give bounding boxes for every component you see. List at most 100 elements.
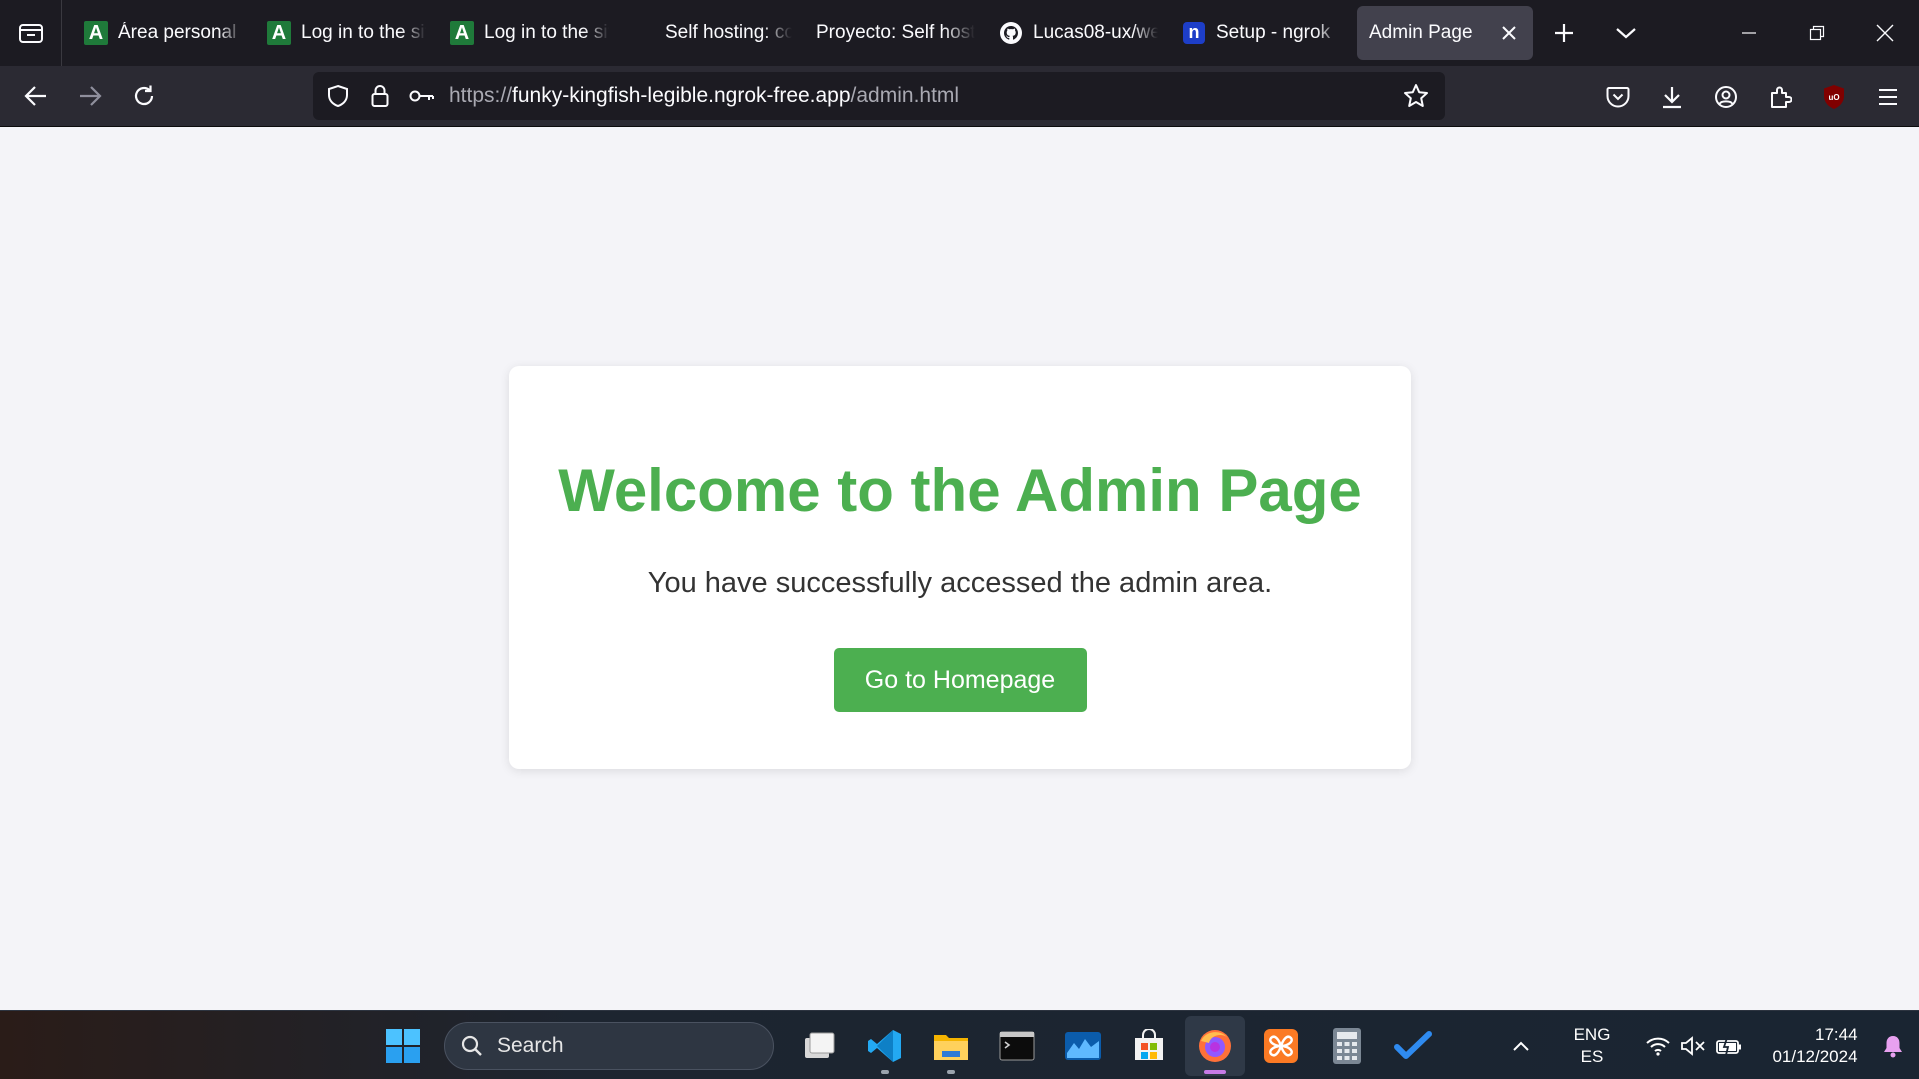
plus-icon — [1555, 24, 1573, 42]
window-controls — [1715, 0, 1919, 66]
taskbar-apps: Search — [370, 1011, 1446, 1079]
minimize-button[interactable] — [1715, 0, 1783, 66]
chevron-up-icon — [1513, 1041, 1529, 1051]
forward-button[interactable] — [63, 69, 117, 123]
url-host: funky-kingfish-legible.ngrok-free.app — [512, 84, 851, 107]
tab-label: Lucas08-ux/web — [1033, 22, 1158, 43]
language-primary: ENG — [1573, 1024, 1611, 1044]
account-icon — [1715, 85, 1737, 108]
system-tray: ENG ES 17:44 01/12/2024 — [1499, 1011, 1919, 1079]
tab-label: Área personal — [118, 22, 237, 43]
key-icon[interactable] — [401, 72, 443, 120]
close-icon — [1876, 24, 1894, 42]
tab-label: Admin Page — [1369, 22, 1473, 43]
account-button[interactable] — [1699, 70, 1753, 124]
firefox-view-button[interactable] — [0, 0, 62, 66]
back-button[interactable] — [9, 69, 63, 123]
language-secondary: ES — [1580, 1046, 1604, 1066]
tab-list: A Área personal A Log in to the site A L… — [62, 0, 1657, 66]
tab-ngrok[interactable]: n Setup - ngrok — [1170, 6, 1353, 60]
arrow-right-icon — [80, 86, 102, 106]
volume-muted-icon — [1681, 1035, 1705, 1056]
ublock-origin-button[interactable]: uO — [1807, 70, 1861, 124]
active-indicator — [1204, 1069, 1226, 1074]
task-view-icon[interactable] — [789, 1016, 849, 1076]
tab-area-personal[interactable]: A Área personal — [72, 6, 255, 60]
running-indicator — [947, 1069, 955, 1074]
github-icon — [999, 21, 1023, 45]
arrow-left-icon — [24, 86, 46, 106]
url-text[interactable]: https://funky-kingfish-legible.ngrok-fre… — [449, 84, 959, 108]
admin-card: Welcome to the Admin Page You have succe… — [509, 366, 1411, 769]
url-bar[interactable]: https://funky-kingfish-legible.ngrok-fre… — [313, 72, 1445, 120]
clock[interactable]: 17:44 01/12/2024 — [1765, 1024, 1865, 1068]
chevron-down-icon — [1616, 28, 1636, 39]
network-volume-battery-button[interactable] — [1645, 1016, 1743, 1076]
pocket-button[interactable] — [1591, 70, 1645, 124]
tab-self-hosting[interactable]: Self hosting: cc — [621, 6, 804, 60]
tab-label: Self hosting: cc — [665, 22, 792, 43]
close-window-button[interactable] — [1851, 0, 1919, 66]
lock-icon[interactable] — [359, 72, 401, 120]
running-indicator — [881, 1069, 889, 1074]
tab-label: Log in to the site — [484, 22, 609, 43]
toolbar-right: uO — [1591, 66, 1915, 127]
tab-label: Proyecto: Self host — [816, 22, 975, 43]
stocks-icon[interactable] — [1053, 1016, 1113, 1076]
reload-button[interactable] — [117, 69, 171, 123]
star-icon — [1404, 84, 1428, 107]
restore-button[interactable] — [1783, 0, 1851, 66]
minimize-icon — [1742, 32, 1756, 34]
xampp-icon[interactable] — [1251, 1016, 1311, 1076]
download-icon — [1663, 86, 1681, 108]
a-green-favicon-icon: A — [450, 21, 474, 45]
todo-icon[interactable] — [1383, 1016, 1443, 1076]
bell-icon — [1884, 1035, 1902, 1057]
taskbar-search[interactable]: Search — [444, 1021, 774, 1070]
ublock-origin-icon: uO — [1824, 84, 1844, 109]
wifi-icon — [1646, 1037, 1670, 1056]
a-green-favicon-icon: A — [84, 21, 108, 45]
extensions-button[interactable] — [1753, 70, 1807, 124]
notifications-button[interactable] — [1873, 1016, 1913, 1076]
windows-start-icon[interactable] — [373, 1016, 433, 1076]
vscode-icon[interactable] — [855, 1016, 915, 1076]
microsoft-store-icon[interactable] — [1119, 1016, 1179, 1076]
firefox-view-icon — [18, 24, 43, 43]
battery-charging-icon — [1716, 1037, 1741, 1055]
tab-strip: A Área personal A Log in to the site A L… — [0, 0, 1919, 66]
app-menu-button[interactable] — [1861, 70, 1915, 124]
downloads-button[interactable] — [1645, 70, 1699, 124]
tab-login-1[interactable]: A Log in to the site — [255, 6, 438, 60]
new-tab-button[interactable] — [1533, 6, 1595, 60]
bookmark-star-button[interactable] — [1395, 72, 1437, 120]
page-title: Welcome to the Admin Page — [558, 457, 1362, 524]
clock-date: 01/12/2024 — [1772, 1046, 1858, 1066]
tracking-protection-icon[interactable] — [317, 72, 359, 120]
list-all-tabs-button[interactable] — [1595, 6, 1657, 60]
hamburger-menu-icon — [1879, 88, 1897, 105]
tab-proyecto[interactable]: Proyecto: Self host — [804, 6, 987, 60]
firefox-icon[interactable] — [1185, 1015, 1245, 1076]
puzzle-icon — [1771, 86, 1792, 108]
a-green-favicon-icon: A — [267, 21, 291, 45]
calculator-icon[interactable] — [1317, 1016, 1377, 1076]
restore-icon — [1809, 25, 1825, 41]
success-message: You have successfully accessed the admin… — [647, 567, 1273, 599]
ngrok-icon: n — [1182, 21, 1206, 45]
close-tab-icon[interactable] — [1497, 21, 1521, 45]
show-hidden-icons-button[interactable] — [1499, 1016, 1543, 1076]
pocket-icon — [1606, 86, 1630, 107]
clock-time: 17:44 — [1815, 1024, 1858, 1044]
tab-github[interactable]: Lucas08-ux/web — [987, 6, 1170, 60]
tab-admin-page[interactable]: Admin Page — [1357, 6, 1533, 60]
tab-login-2[interactable]: A Log in to the site — [438, 6, 621, 60]
reload-icon — [134, 85, 154, 106]
url-path: /admin.html — [850, 84, 960, 107]
tab-label: Log in to the site — [301, 22, 426, 43]
go-to-homepage-button[interactable]: Go to Homepage — [833, 648, 1087, 712]
terminal-icon[interactable] — [987, 1016, 1047, 1076]
windows-taskbar: Search ENG ES 17:44 01/12/2024 — [0, 1010, 1919, 1079]
language-indicator[interactable]: ENG ES — [1557, 1024, 1627, 1068]
file-explorer-icon[interactable] — [921, 1016, 981, 1076]
